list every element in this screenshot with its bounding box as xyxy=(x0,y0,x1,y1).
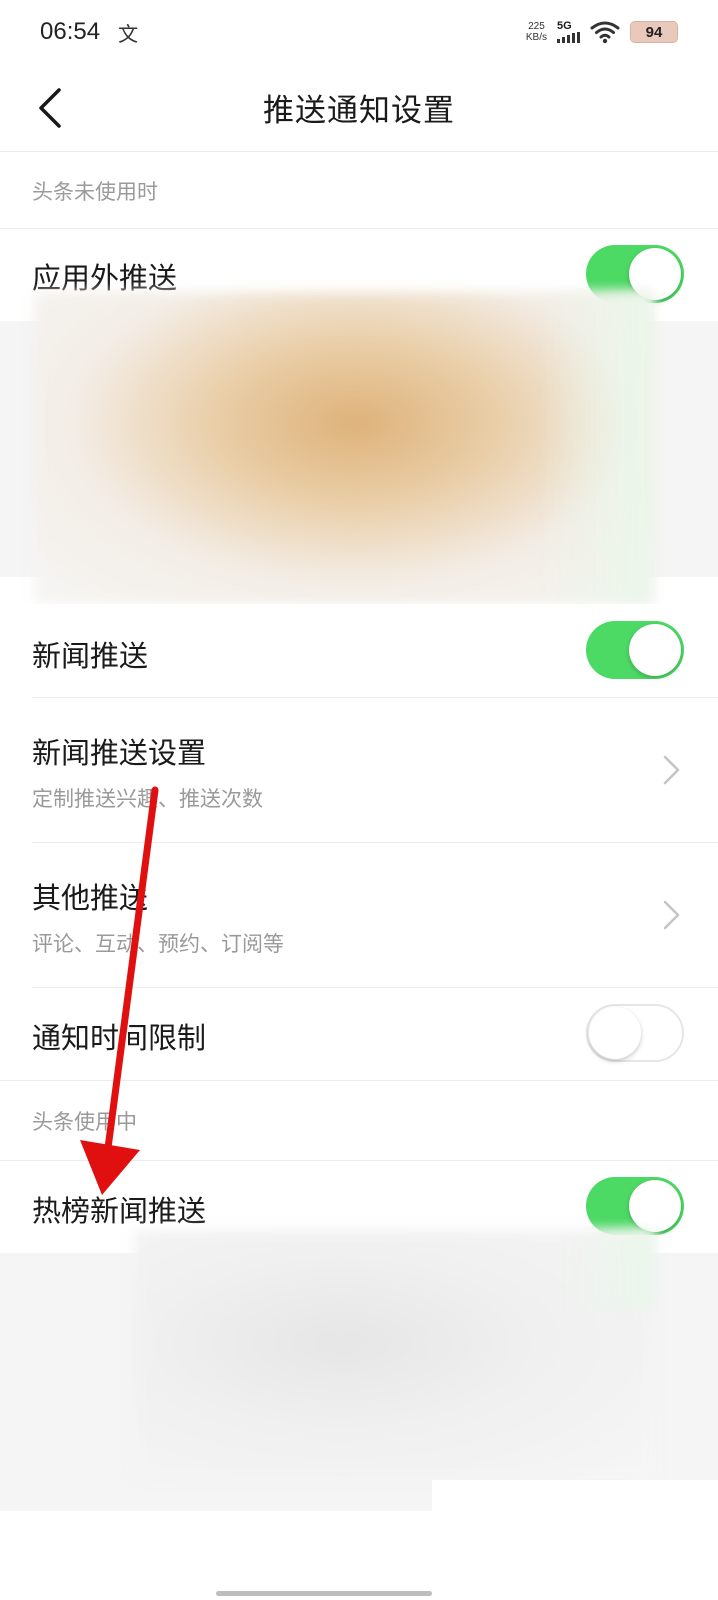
status-left: 06:54 文 xyxy=(40,18,138,47)
row-notify-time-limit: 通知时间限制 xyxy=(0,988,718,1080)
status-bar: 06:54 文 225 KB/s 5G 94 xyxy=(0,0,718,64)
back-button[interactable] xyxy=(24,82,76,134)
chevron-right-icon xyxy=(663,755,680,785)
status-notification-icon: 文 xyxy=(118,21,139,46)
row-label-notify-time-limit: 通知时间限制 xyxy=(32,1021,207,1055)
row-news-push-settings[interactable]: 新闻推送设置 定制推送兴趣、推送次数 xyxy=(0,698,718,842)
row-label-news-push-settings: 新闻推送设置 xyxy=(32,736,207,770)
network-speed-value: 225 xyxy=(528,21,545,32)
toggle-knob xyxy=(589,1007,641,1059)
row-label-hot-list-push: 热榜新闻推送 xyxy=(32,1194,207,1228)
section-title-in-use: 头条使用中 xyxy=(32,1109,137,1134)
toggle-knob xyxy=(629,624,681,676)
row-label-out-app-push: 应用外推送 xyxy=(32,261,178,295)
home-indicator[interactable] xyxy=(216,1591,432,1596)
chevron-right-icon xyxy=(663,900,680,930)
section-title-unused: 头条未使用时 xyxy=(32,179,158,204)
notify-time-limit-toggle[interactable] xyxy=(586,1004,684,1062)
row-other-push[interactable]: 其他推送 评论、互动、预约、订阅等 xyxy=(0,843,718,987)
row-label-other-push: 其他推送 xyxy=(32,881,149,915)
network-speed: 225 KB/s xyxy=(526,21,547,43)
row-sub-other-push: 评论、互动、预约、订阅等 xyxy=(32,932,284,956)
status-time: 06:54 xyxy=(40,18,101,45)
section-header-in-use: 头条使用中 xyxy=(0,1081,718,1160)
row-sub-news-push-settings: 定制推送兴趣、推送次数 xyxy=(32,787,263,811)
signal-bars-icon xyxy=(557,32,580,43)
row-label-news-push: 新闻推送 xyxy=(32,639,149,673)
white-patch xyxy=(432,1480,718,1600)
battery-level: 94 xyxy=(645,23,663,41)
wifi-icon xyxy=(590,21,620,44)
blurred-preview-edge xyxy=(540,292,652,604)
hot-list-push-toggle[interactable] xyxy=(586,1177,684,1235)
chevron-left-icon xyxy=(39,88,61,128)
status-right: 225 KB/s 5G 94 xyxy=(526,20,678,44)
page-title: 推送通知设置 xyxy=(263,93,455,129)
toggle-knob xyxy=(629,1180,681,1232)
section-header-unused: 头条未使用时 xyxy=(0,153,718,228)
blurred-preview-edge xyxy=(560,1230,654,1310)
network-type: 5G xyxy=(557,20,572,32)
news-push-toggle[interactable] xyxy=(586,621,684,679)
row-news-push: 新闻推送 xyxy=(0,604,718,698)
network-speed-unit: KB/s xyxy=(525,32,547,43)
top-bar: 推送通知设置 xyxy=(0,64,718,152)
cellular-signal-icon: 5G xyxy=(557,21,580,43)
battery-icon: 94 xyxy=(630,21,678,43)
